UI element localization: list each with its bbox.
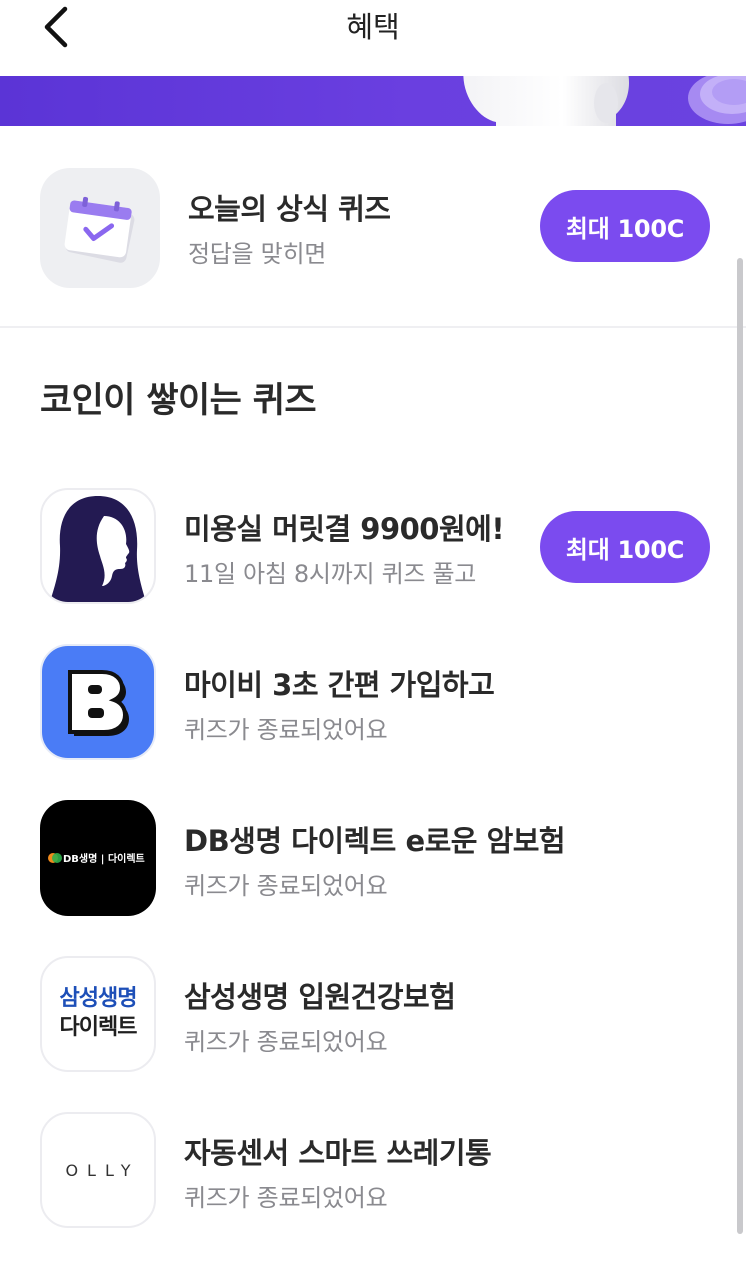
quiz-item-title: 마이비 3초 간편 가입하고 (184, 668, 495, 702)
samsung-life-direct-logo-icon: 삼성생명 다이렉트 (40, 956, 156, 1072)
quiz-item-subtitle: 퀴즈가 종료되었어요 (184, 1028, 388, 1056)
quiz-item-subtitle: 퀴즈가 종료되었어요 (184, 1184, 388, 1212)
samsung-logo-line2: 다이렉트 (59, 1015, 138, 1040)
daily-quiz-card[interactable]: 오늘의 상식 퀴즈 정답을 맞히면 최대 100C (0, 126, 746, 328)
quiz-item-samsung-life[interactable]: 삼성생명 다이렉트 삼성생명 입원건강보험 퀴즈가 종료되었어요 (0, 956, 746, 1074)
quiz-item-subtitle: 퀴즈가 종료되었어요 (184, 716, 388, 744)
quiz-item-title: 미용실 머릿결 9900원에! (184, 512, 505, 546)
quiz-item-olly[interactable]: OLLY 자동센서 스마트 쓰레기통 퀴즈가 종료되었어요 (0, 1112, 746, 1230)
page-title: 혜택 (346, 10, 400, 44)
quiz-item-title: 자동센서 스마트 쓰레기통 (184, 1136, 492, 1170)
promo-banner[interactable] (0, 76, 746, 126)
quiz-reward-button[interactable]: 최대 100C (540, 511, 710, 583)
samsung-logo-line1: 삼성생명 (59, 986, 138, 1011)
section-title: 코인이 쌓이는 퀴즈 (40, 381, 317, 421)
db-logo-text: DB생명 | 다이렉트 (63, 852, 145, 865)
scrollbar[interactable] (737, 258, 743, 1234)
quiz-item-db-life[interactable]: DB생명 | 다이렉트 DB생명 다이렉트 e로운 암보험 퀴즈가 종료되었어요 (0, 800, 746, 918)
quiz-item-mybee[interactable]: 마이비 3초 간편 가입하고 퀴즈가 종료되었어요 (0, 644, 746, 762)
daily-quiz-subtitle: 정답을 맞히면 (188, 240, 327, 268)
character-illustration-icon (463, 76, 629, 126)
calendar-check-icon (40, 168, 160, 288)
hair-salon-silhouette-icon (40, 488, 156, 604)
quiz-item-subtitle: 11일 아침 8시까지 퀴즈 풀고 (184, 560, 477, 588)
top-bar: 혜택 (0, 0, 746, 76)
olly-logo-icon: OLLY (40, 1112, 156, 1228)
daily-quiz-reward-button[interactable]: 최대 100C (540, 190, 710, 262)
mybee-b-logo-icon (40, 644, 156, 760)
quiz-item-title: DB생명 다이렉트 e로운 암보험 (184, 824, 566, 858)
coin-icon (688, 76, 746, 124)
daily-quiz-title: 오늘의 상식 퀴즈 (188, 192, 391, 226)
olly-logo-text: OLLY (65, 1160, 140, 1180)
db-life-direct-logo-icon: DB생명 | 다이렉트 (40, 800, 156, 916)
quiz-item-subtitle: 퀴즈가 종료되었어요 (184, 872, 388, 900)
quiz-item-title: 삼성생명 입원건강보험 (184, 980, 456, 1014)
quiz-item-hair-salon[interactable]: 미용실 머릿결 9900원에! 11일 아침 8시까지 퀴즈 풀고 최대 100… (0, 488, 746, 606)
